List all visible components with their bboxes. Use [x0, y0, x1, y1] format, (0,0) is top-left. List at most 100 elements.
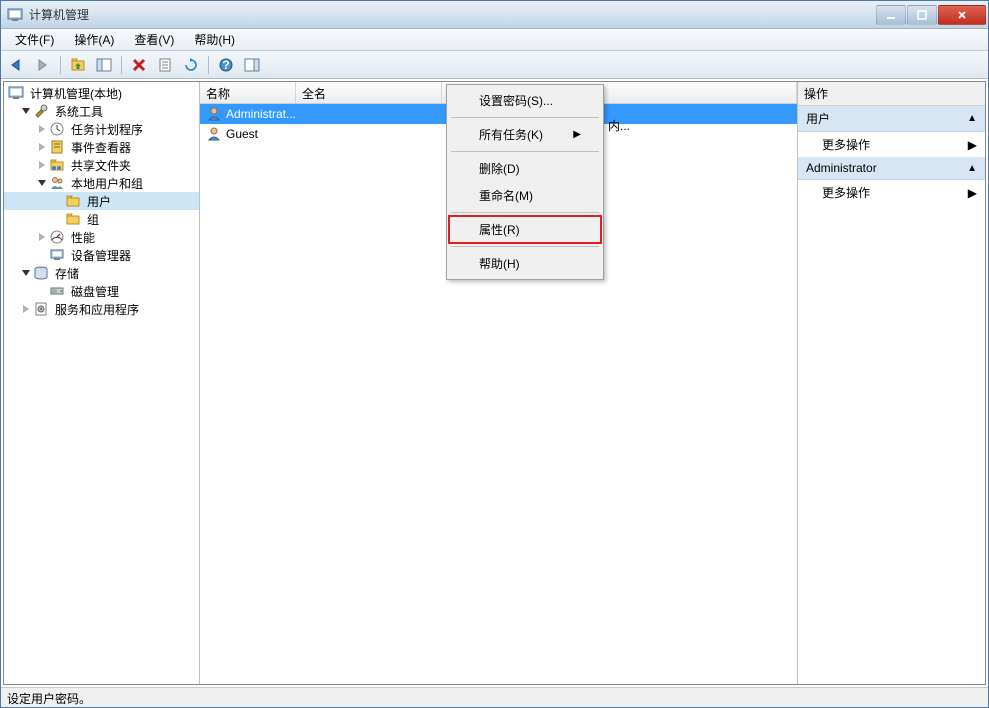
delete-button[interactable] [127, 54, 151, 76]
menu-help[interactable]: 帮助(H) [449, 250, 601, 277]
client-area: 计算机管理(本地) 系统工具 任务计划程序 事件查看器 共享文件夹 [3, 81, 986, 685]
user-icon [206, 126, 222, 142]
cell-name: Administrat... [200, 106, 296, 122]
list-pane: 名称 全名 描述 Administrat... Guest [200, 82, 797, 684]
app-window: 计算机管理 文件(F) 操作(A) 查看(V) 帮助(H) ? 计算机管理(本地… [0, 0, 989, 708]
app-icon [7, 7, 23, 23]
menu-help[interactable]: 帮助(H) [184, 29, 245, 50]
toolbar-separator [121, 56, 122, 74]
collapse-arrow-icon: ▲ [967, 113, 977, 124]
link-label: 更多操作 [822, 184, 870, 201]
menu-view[interactable]: 查看(V) [124, 29, 184, 50]
device-icon [49, 247, 65, 263]
column-fullname[interactable]: 全名 [296, 82, 442, 103]
minimize-button[interactable] [876, 5, 906, 25]
folder-icon [65, 211, 81, 227]
statusbar: 设定用户密码。 [1, 687, 988, 707]
link-label: 更多操作 [822, 136, 870, 153]
cell-text: Administrat... [226, 107, 296, 121]
refresh-button[interactable] [179, 54, 203, 76]
cell-name: Guest [200, 126, 296, 142]
menu-delete[interactable]: 删除(D) [449, 155, 601, 182]
menu-all-tasks[interactable]: 所有任务(K)▶ [449, 121, 601, 148]
tree-shared-folders[interactable]: 共享文件夹 [4, 156, 199, 174]
tree-label: 本地用户和组 [69, 175, 145, 192]
description-peek: 内... [608, 117, 630, 134]
tree-label: 系统工具 [53, 103, 105, 120]
tree-label: 性能 [69, 229, 97, 246]
shared-folder-icon [49, 157, 65, 173]
menu-action[interactable]: 操作(A) [64, 29, 124, 50]
show-hide-tree-button[interactable] [92, 54, 116, 76]
tree-event-viewer[interactable]: 事件查看器 [4, 138, 199, 156]
computer-icon [8, 85, 24, 101]
forward-button[interactable] [31, 54, 55, 76]
submenu-arrow-icon: ▶ [968, 138, 977, 152]
action-more-users[interactable]: 更多操作 ▶ [798, 132, 985, 157]
tree-pane[interactable]: 计算机管理(本地) 系统工具 任务计划程序 事件查看器 共享文件夹 [4, 82, 200, 684]
expand-icon[interactable] [36, 142, 47, 153]
close-button[interactable] [938, 5, 986, 25]
menu-separator [451, 212, 599, 213]
tree-services[interactable]: 服务和应用程序 [4, 300, 199, 318]
tree-system-tools[interactable]: 系统工具 [4, 102, 199, 120]
disk-icon [49, 283, 65, 299]
action-section-administrator[interactable]: Administrator ▲ [798, 157, 985, 180]
event-icon [49, 139, 65, 155]
tree-performance[interactable]: 性能 [4, 228, 199, 246]
section-label: 用户 [806, 110, 830, 127]
tree-label: 计算机管理(本地) [28, 85, 124, 102]
svg-text:?: ? [222, 58, 229, 72]
submenu-arrow-icon: ▶ [573, 129, 581, 140]
tools-icon [33, 103, 49, 119]
action-more-administrator[interactable]: 更多操作 ▶ [798, 180, 985, 205]
column-name[interactable]: 名称 [200, 82, 296, 103]
tree-device-manager[interactable]: 设备管理器 [4, 246, 199, 264]
show-hide-action-button[interactable] [240, 54, 264, 76]
menu-file[interactable]: 文件(F) [5, 29, 64, 50]
menu-separator [451, 246, 599, 247]
tree-label: 任务计划程序 [69, 121, 145, 138]
action-section-users[interactable]: 用户 ▲ [798, 106, 985, 132]
help-button[interactable]: ? [214, 54, 238, 76]
tree-label: 共享文件夹 [69, 157, 133, 174]
tree-label: 组 [85, 211, 101, 228]
submenu-arrow-icon: ▶ [968, 186, 977, 200]
collapse-icon[interactable] [36, 178, 47, 189]
tree-task-scheduler[interactable]: 任务计划程序 [4, 120, 199, 138]
maximize-button[interactable] [907, 5, 937, 25]
tree-groups[interactable]: 组 [4, 210, 199, 228]
collapse-arrow-icon: ▲ [967, 163, 977, 174]
tree-label: 用户 [85, 193, 113, 210]
action-pane-title: 操作 [798, 82, 985, 106]
expand-icon[interactable] [20, 304, 31, 315]
performance-icon [49, 229, 65, 245]
collapse-icon[interactable] [20, 106, 31, 117]
user-icon [206, 106, 222, 122]
tree-label: 服务和应用程序 [53, 301, 141, 318]
tree-local-users[interactable]: 本地用户和组 [4, 174, 199, 192]
menu-separator [451, 117, 599, 118]
expand-icon[interactable] [36, 232, 47, 243]
storage-icon [33, 265, 49, 281]
collapse-icon[interactable] [20, 268, 31, 279]
tree-label: 磁盘管理 [69, 283, 121, 300]
menu-set-password[interactable]: 设置密码(S)... [449, 87, 601, 114]
section-label: Administrator [806, 161, 877, 175]
tree-users[interactable]: 用户 [4, 192, 199, 210]
clock-icon [49, 121, 65, 137]
titlebar: 计算机管理 [1, 1, 988, 29]
tree-storage[interactable]: 存储 [4, 264, 199, 282]
back-button[interactable] [5, 54, 29, 76]
tree-disk-management[interactable]: 磁盘管理 [4, 282, 199, 300]
context-menu: 设置密码(S)... 所有任务(K)▶ 删除(D) 重命名(M) 属性(R) 帮… [446, 84, 604, 280]
toolbar: ? [1, 51, 988, 79]
properties-button[interactable] [153, 54, 177, 76]
tree-root[interactable]: 计算机管理(本地) [4, 84, 199, 102]
action-pane: 操作 用户 ▲ 更多操作 ▶ Administrator ▲ 更多操作 ▶ [797, 82, 985, 684]
expand-icon[interactable] [36, 124, 47, 135]
expand-icon[interactable] [36, 160, 47, 171]
up-button[interactable] [66, 54, 90, 76]
menu-properties[interactable]: 属性(R) [448, 215, 602, 244]
menu-rename[interactable]: 重命名(M) [449, 182, 601, 209]
